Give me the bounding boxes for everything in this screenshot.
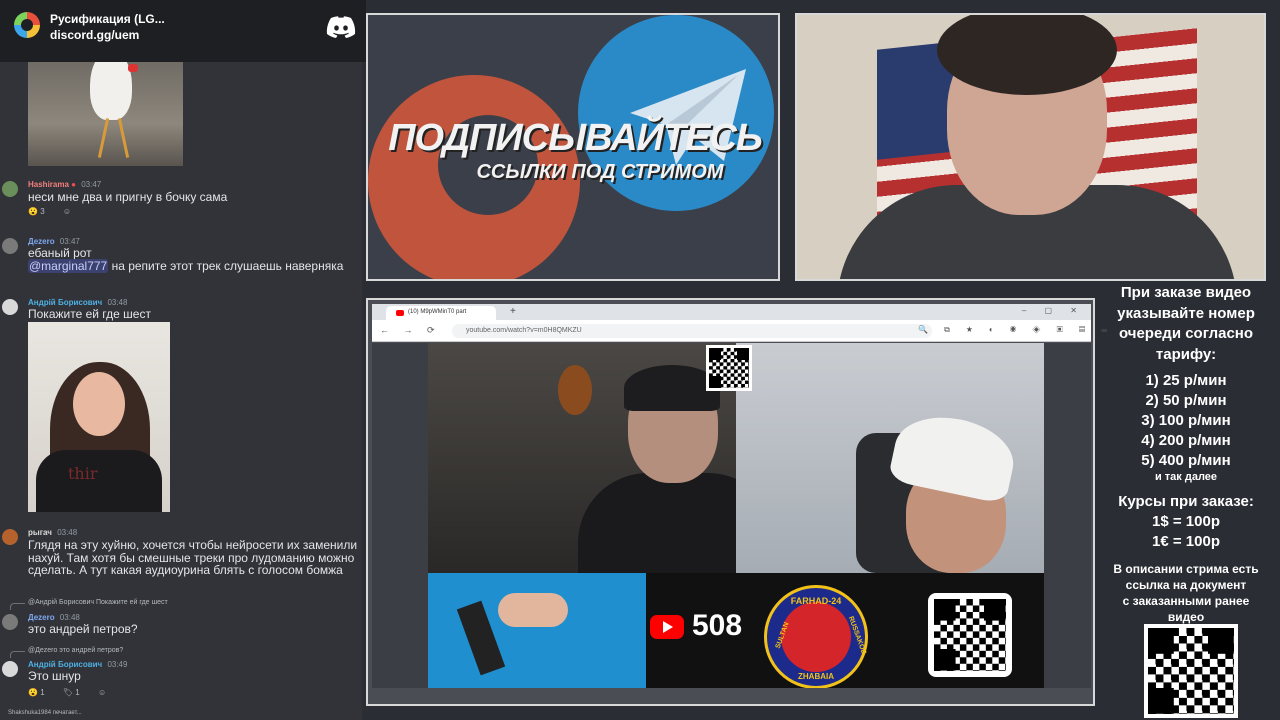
rates-heading: Курсы при заказе: — [1118, 493, 1254, 510]
rate: 1$ = 100р — [1152, 513, 1220, 530]
username[interactable]: Андрій Борисович — [28, 298, 102, 307]
reply-preview[interactable]: @Андрій Борисович Покажите ей где шест — [10, 599, 168, 610]
message-text: неси мне два и пригну в бочку сама — [28, 190, 228, 204]
reaction-icon[interactable]: 😮 3 — [28, 207, 53, 216]
tab-strip: (10) M9pWMinT0 part + – ▢ ✕ — [372, 304, 1091, 320]
add-reaction-icon[interactable]: ☺ — [63, 207, 71, 216]
timestamp: 03:49 — [107, 660, 128, 669]
pricing-panel: При заказе видео указывайте номер очеред… — [1100, 283, 1272, 625]
nav-buttons[interactable]: ← → ⟳ — [380, 325, 441, 336]
reaction-count: 1 — [40, 688, 45, 697]
window-controls[interactable]: – ▢ ✕ — [1022, 306, 1085, 315]
message-header: Андрій Борисович 03:49 — [28, 660, 127, 669]
timestamp: 03:48 — [59, 613, 80, 622]
reaction-icon[interactable]: 😮 1 — [28, 688, 53, 697]
discord-icon — [326, 16, 356, 38]
message-header: рыгач 03:48 — [28, 528, 77, 537]
price-tier: 5) 400 р/мин — [1141, 452, 1231, 469]
avatar[interactable] — [2, 614, 18, 630]
url-bar[interactable]: youtube.com/watch?v=m0H8QMKZU — [452, 324, 932, 338]
video-bottom-strip: 508 FARHAD-24 SULTAN RUSSAKOB ZHABAIA — [428, 573, 1044, 688]
youtube-video[interactable]: 508 FARHAD-24 SULTAN RUSSAKOB ZHABAIA — [372, 343, 1091, 688]
add-reaction-icon[interactable]: ☺ — [98, 688, 106, 697]
promo-title: ПОДПИСЫВАЙТЕСЬ — [388, 117, 763, 159]
rate: 1€ = 100р — [1152, 533, 1220, 550]
description-line: с заказанными ранее — [1122, 594, 1250, 608]
reaction-icon[interactable]: 🏷 1 — [63, 688, 88, 697]
girl-image[interactable]: thir — [28, 322, 170, 512]
reactions[interactable]: 😮 1 🏷 1 ☺ — [28, 688, 114, 697]
message-line: ебаный рот — [28, 246, 92, 260]
description-line: ссылка на документ — [1125, 578, 1247, 592]
timestamp: 03:47 — [81, 180, 102, 189]
user-mention[interactable]: @marginal777 — [28, 258, 109, 273]
qr-code-icon — [1144, 624, 1238, 718]
message-text: Это шнур — [28, 669, 81, 683]
pricing-heading: указывайте номер — [1117, 304, 1255, 322]
reply-preview[interactable]: @Дezero это андрей петров? — [9, 647, 123, 658]
description-line: В описании стрима есть — [1113, 562, 1259, 576]
message-header: Дezero 03:48 — [28, 613, 80, 622]
reaction-count: 1 — [75, 688, 80, 697]
price-tier: 4) 200 р/мин — [1141, 432, 1231, 449]
message-text: ебаный рот @marginal777 на репите этот т… — [28, 246, 358, 273]
channel-emblem: FARHAD-24 SULTAN RUSSAKOB ZHABAIA — [764, 585, 868, 688]
message-text: Покажите ей где шест — [28, 307, 151, 321]
avatar[interactable] — [2, 299, 18, 315]
message-text: Глядя на эту хуйню, хочется чтобы нейрос… — [28, 538, 358, 577]
new-tab-button[interactable]: + — [510, 306, 516, 317]
address-toolbar: ← → ⟳ youtube.com/watch?v=m0H8QMKZU 🔍 ⧉ … — [372, 320, 1126, 342]
streamer-webcam — [795, 13, 1266, 281]
promo-panel: ПОДПИСЫВАЙТЕСЬ ССЫЛКИ ПОД СТРИМОМ — [366, 13, 780, 281]
message-text: это андрей петров? — [28, 622, 138, 636]
price-tier: 1) 25 р/мин — [1145, 372, 1227, 389]
youtube-icon — [650, 615, 684, 639]
message-line: на репите этот трек слушаешь наверняка — [108, 258, 344, 273]
qr-code-icon — [928, 593, 1012, 677]
server-avatar[interactable] — [14, 12, 40, 38]
pricing-heading: При заказе видео — [1120, 284, 1252, 301]
emblem-text: ZHABAIA — [798, 672, 834, 681]
pricing-heading: очереди согласно — [1118, 325, 1254, 342]
chat-panel: Hashirama ● 03:47 неси мне два и пригну … — [0, 0, 362, 720]
avatar[interactable] — [2, 181, 18, 197]
price-tier: 2) 50 р/мин — [1145, 392, 1227, 409]
server-banner[interactable]: Русификация (LG... discord.gg/uem — [0, 0, 366, 62]
message-header: Hashirama ● 03:47 — [28, 180, 101, 189]
server-invite-link[interactable]: discord.gg/uem — [50, 28, 139, 42]
server-name: Русификация (LG... — [50, 12, 165, 26]
reaction-count: 3 — [40, 207, 45, 216]
emblem-text: FARHAD-24 — [790, 596, 842, 606]
message-header: Дezero 03:47 — [28, 237, 80, 246]
subscriber-count: 508 — [692, 609, 743, 642]
message-header: Андрій Борисович 03:48 — [28, 298, 127, 307]
qr-code-icon — [706, 345, 752, 391]
username[interactable]: Андрій Борисович — [28, 660, 102, 669]
avatar[interactable] — [2, 238, 18, 254]
guest-cam-left — [428, 343, 778, 583]
badge-icon: ● — [71, 180, 76, 189]
timestamp: 03:48 — [107, 298, 128, 307]
username[interactable]: Hashirama — [28, 180, 69, 189]
avatar[interactable] — [2, 529, 18, 545]
workbench-cam — [428, 573, 646, 688]
username[interactable]: рыгач — [28, 528, 52, 537]
browser-window: (10) M9pWMinT0 part + – ▢ ✕ ← → ⟳ youtub… — [366, 298, 1126, 706]
guest-cam-right — [736, 343, 1044, 573]
description-line: видео — [1167, 610, 1205, 624]
and-so-on: и так далее — [1154, 471, 1218, 483]
timestamp: 03:48 — [57, 528, 78, 537]
reactions[interactable]: 😮 3 ☺ — [28, 207, 79, 216]
price-tier: 3) 100 р/мин — [1141, 412, 1231, 429]
avatar[interactable] — [2, 661, 18, 677]
username[interactable]: Дezero — [28, 237, 55, 246]
pricing-heading: тарифу: — [1155, 345, 1217, 363]
promo-subtitle: ССЫЛКИ ПОД СТРИМОМ — [476, 161, 724, 183]
username[interactable]: Дezero — [28, 613, 55, 622]
tab-youtube[interactable]: (10) M9pWMinT0 part — [386, 306, 496, 320]
chicken-image[interactable] — [28, 60, 183, 166]
timestamp: 03:47 — [59, 237, 80, 246]
typing-indicator: Shakshuka1984 печатает... — [8, 710, 82, 716]
